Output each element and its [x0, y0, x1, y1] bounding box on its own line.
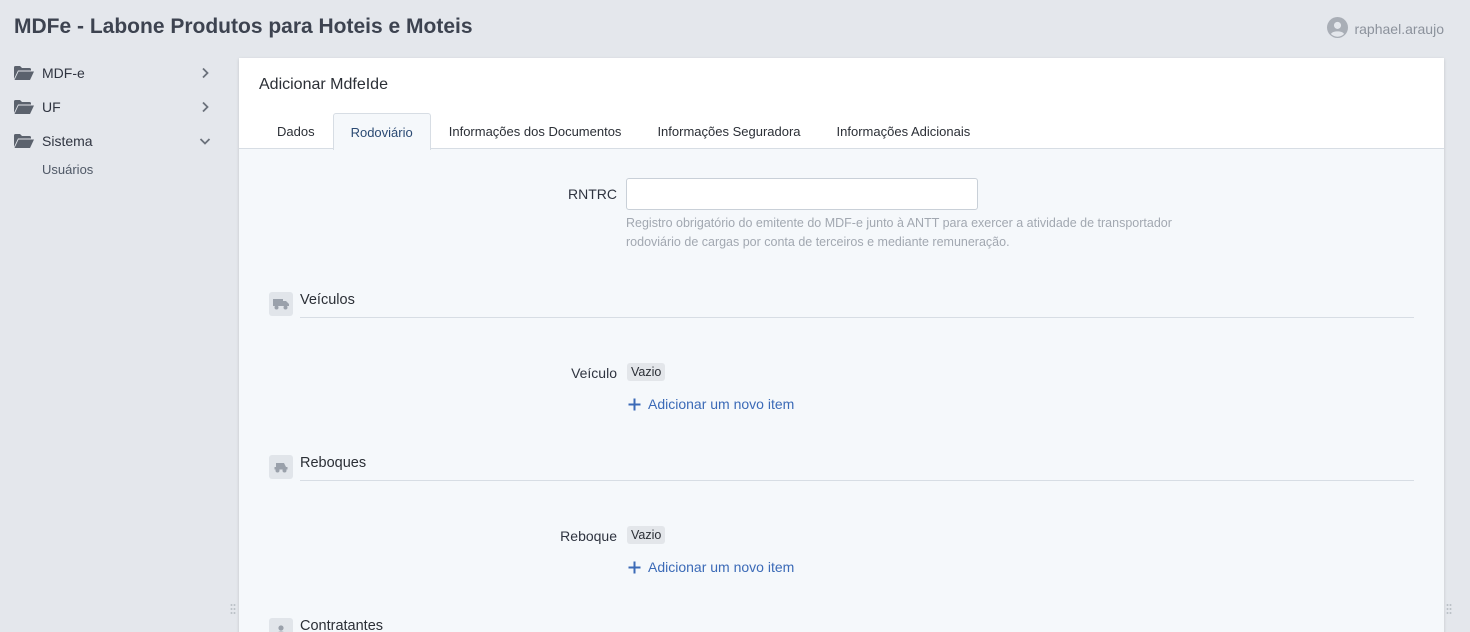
truck-icon [269, 292, 293, 316]
user-circle-icon [1327, 17, 1354, 41]
tab-rodoviario[interactable]: Rodoviário [332, 113, 431, 150]
sidebar-item-label: UF [42, 99, 61, 115]
folder-open-icon [14, 134, 34, 148]
add-link-label: Adicionar um novo item [648, 559, 795, 575]
section-reboques: Reboques [269, 451, 1414, 481]
user-menu[interactable]: raphael.araujo [1327, 17, 1444, 41]
user-name: raphael.araujo [1354, 21, 1444, 37]
person-icon [269, 618, 293, 632]
sidebar-item-mdfe[interactable]: MDF-e [0, 56, 225, 90]
sidebar-item-label: MDF-e [42, 65, 85, 81]
add-veiculo-button[interactable]: Adicionar um novo item [628, 396, 794, 412]
resize-handle-left[interactable] [230, 602, 236, 614]
rntrc-label: RNTRC [568, 186, 617, 202]
panel-header: Adicionar MdfeIde Dados Rodoviário Infor… [239, 58, 1444, 150]
tab-informacoes-seguradora[interactable]: Informações Seguradora [639, 112, 818, 149]
chevron-down-icon [199, 135, 211, 147]
chevron-right-icon [199, 67, 211, 79]
chevron-right-icon [199, 101, 211, 113]
sidebar-subitem-usuarios[interactable]: Usuários [0, 158, 225, 180]
tab-informacoes-adicionais[interactable]: Informações Adicionais [819, 112, 989, 149]
rntrc-help-text: Registro obrigatório do emitente do MDF-… [626, 216, 1172, 249]
section-divider [300, 317, 1414, 318]
add-link-label: Adicionar um novo item [648, 396, 795, 412]
section-title: Reboques [300, 455, 367, 471]
resize-handle-right[interactable] [1446, 602, 1452, 614]
reboque-empty-badge: Vazio [627, 526, 666, 544]
sidebar: MDF-e UF Sistema Usuários [0, 56, 225, 180]
rntrc-input[interactable] [626, 178, 978, 210]
section-title: Contratantes [300, 618, 384, 632]
tab-informacoes-documentos[interactable]: Informações dos Documentos [431, 112, 640, 149]
trailer-icon [269, 455, 293, 479]
sidebar-item-label: Sistema [42, 133, 93, 149]
reboque-label: Reboque [560, 528, 617, 544]
app-title: MDFe - Labone Produtos para Hoteis e Mot… [14, 15, 473, 38]
veiculo-label: Veículo [571, 365, 617, 381]
section-contratantes: Contratantes [269, 614, 1414, 632]
sidebar-item-sistema[interactable]: Sistema [0, 124, 225, 158]
plus-icon [628, 398, 641, 411]
plus-icon [628, 561, 641, 574]
section-veiculos: Veículos [269, 288, 1414, 318]
folder-open-icon [14, 66, 34, 80]
tab-bar: Dados Rodoviário Informações dos Documen… [259, 112, 989, 150]
page-title: Adicionar MdfeIde [259, 76, 388, 93]
section-title: Veículos [300, 292, 355, 308]
folder-open-icon [14, 100, 34, 114]
main-panel: Adicionar MdfeIde Dados Rodoviário Infor… [239, 58, 1444, 632]
sidebar-item-uf[interactable]: UF [0, 90, 225, 124]
veiculo-empty-badge: Vazio [627, 363, 666, 381]
add-reboque-button[interactable]: Adicionar um novo item [628, 559, 794, 575]
tab-dados[interactable]: Dados [259, 112, 333, 149]
section-divider [300, 480, 1414, 481]
